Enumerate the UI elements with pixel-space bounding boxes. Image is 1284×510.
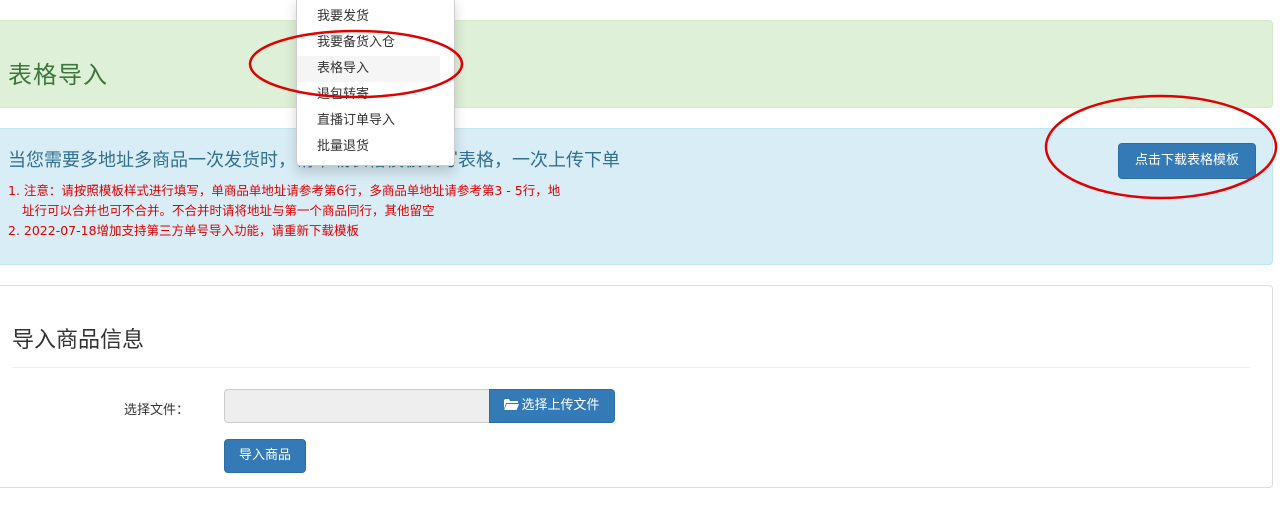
menu-item-stock-in[interactable]: 我要备货入仓	[297, 30, 440, 56]
file-path-input[interactable]	[224, 389, 490, 423]
file-label: 选择文件：	[124, 403, 190, 418]
choose-file-button[interactable]: 选择上传文件	[489, 389, 615, 423]
page-header: 表格导入	[0, 20, 1273, 108]
download-template-button[interactable]: 点击下载表格模板	[1118, 143, 1256, 179]
top-bar	[0, 0, 1284, 6]
divider	[12, 367, 1250, 368]
menu-item-ship[interactable]: 我要发货	[297, 4, 440, 30]
notes: 1. 注意：请按照模板样式进行填写，单商品单地址请参考第6行，多商品单地址请参考…	[8, 181, 628, 241]
note-line-1-cont: 址行可以合并也可不合并。不合并时请将地址与第一个商品同行，其他留空	[22, 203, 435, 218]
choose-file-label: 选择上传文件	[521, 398, 600, 413]
menu-item-batch-return[interactable]: 批量退货	[297, 134, 440, 160]
menu-item-live-order-import[interactable]: 直播订单导入	[297, 108, 440, 134]
note-line-2: 2. 2022-07-18增加支持第三方单号导入功能，请重新下载模板	[8, 223, 360, 238]
note-line-1: 1. 注意：请按照模板样式进行填写，单商品单地址请参考第6行，多商品单地址请参考…	[8, 183, 561, 198]
menu-item-table-import[interactable]: 表格导入	[297, 56, 440, 82]
dropdown-menu: 我要发货 我要备货入仓 表格导入 退包转寄 直播订单导入 批量退货	[296, 0, 455, 166]
folder-open-icon	[504, 399, 520, 410]
page-title: 表格导入	[8, 61, 108, 89]
menu-item-return-forward[interactable]: 退包转寄	[297, 82, 440, 108]
import-goods-button[interactable]: 导入商品	[224, 439, 306, 473]
import-panel: 导入商品信息 选择文件： 选择上传文件 导入商品	[0, 285, 1273, 488]
info-box: 当您需要多地址多商品一次发货时，请下载表格模板填写表格，一次上传下单 1. 注意…	[0, 128, 1273, 265]
panel-title: 导入商品信息	[12, 328, 145, 353]
